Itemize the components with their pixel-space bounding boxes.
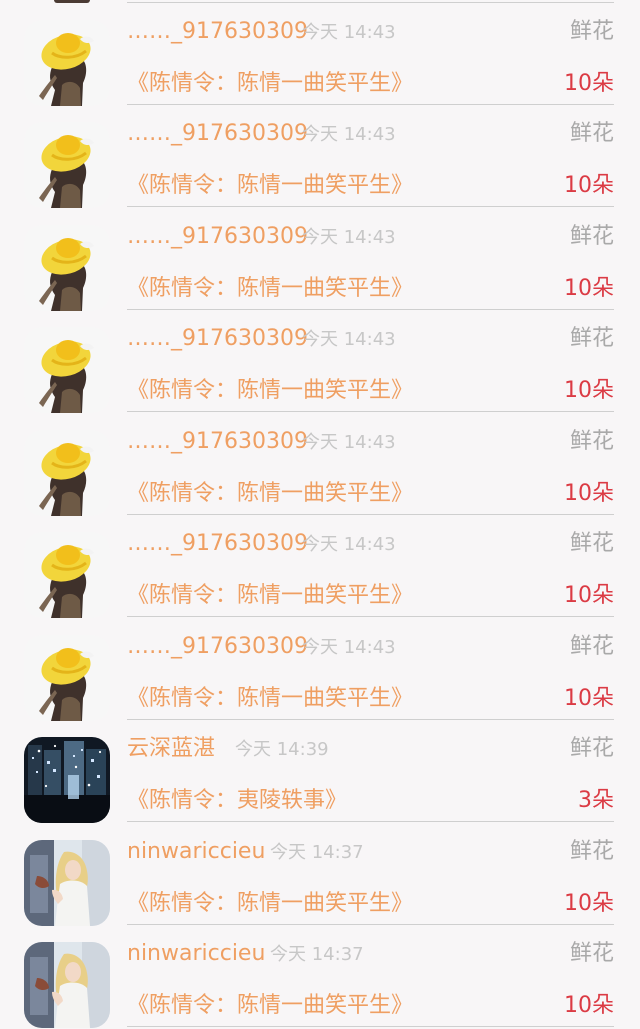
timestamp: 今天 14:43	[302, 329, 396, 350]
work-title[interactable]: 《陈情令：陈情一曲笑平生》	[127, 480, 413, 508]
work-title[interactable]: 《陈情令：陈情一曲笑平生》	[127, 582, 413, 610]
gift-type: 鲜花	[569, 531, 614, 556]
user-name[interactable]: ninwariccieu	[127, 838, 265, 866]
gift-record-row[interactable]: ninwariccieu 今天 14:37 鲜花《陈情令：陈情一曲笑平生》 10朵	[0, 922, 640, 1028]
work-title[interactable]: 《陈情令：陈情一曲笑平生》	[127, 172, 413, 200]
gift-amount: 10朵	[564, 71, 614, 96]
user-name[interactable]: ……_917630309	[127, 325, 308, 353]
work-title[interactable]: 《陈情令：陈情一曲笑平生》	[127, 70, 413, 98]
gift-type: 鲜花	[569, 634, 614, 659]
hat-girl-avatar[interactable]	[24, 635, 110, 721]
gift-amount: 10朵	[564, 276, 614, 301]
user-name[interactable]: ……_917630309	[127, 530, 308, 558]
gift-amount: 10朵	[564, 481, 614, 506]
timestamp: 今天 14:37	[270, 842, 364, 863]
gift-record-row[interactable]: ……_917630309 今天 14:43 鲜花《陈情令：陈情一曲笑平生》 10朵	[0, 410, 640, 516]
work-title[interactable]: 《陈情令：夷陵轶事》	[127, 787, 347, 815]
city-night-avatar[interactable]	[24, 737, 110, 823]
gift-record-row[interactable]: 云深蓝湛 今天 14:39 鲜花《陈情令：夷陵轶事》 3朵	[0, 717, 640, 823]
gift-type: 鲜花	[569, 736, 614, 761]
gift-record-row[interactable]: ……_917630309 今天 14:43 鲜花《陈情令：陈情一曲笑平生》 10朵	[0, 512, 640, 618]
user-name[interactable]: ……_917630309	[127, 223, 308, 251]
work-title[interactable]: 《陈情令：陈情一曲笑平生》	[127, 992, 413, 1020]
gift-record-row[interactable]: ……_917630309 今天 14:43 鲜花《陈情令：陈情一曲笑平生》 10朵	[0, 102, 640, 208]
timestamp: 今天 14:43	[302, 637, 396, 658]
gift-record-row[interactable]: ……_917630309 今天 14:43 鲜花《陈情令：陈情一曲笑平生》 10朵	[0, 0, 640, 106]
gift-record-row[interactable]: ……_917630309 今天 14:43 鲜花《陈情令：陈情一曲笑平生》 10朵	[0, 615, 640, 721]
work-title[interactable]: 《陈情令：陈情一曲笑平生》	[127, 890, 413, 918]
gift-amount: 10朵	[564, 686, 614, 711]
timestamp: 今天 14:43	[302, 432, 396, 453]
hat-girl-avatar[interactable]	[24, 122, 110, 208]
gift-record-list: ……_917630309 今天 14:43 鲜花 《陈情令：陈情一曲笑平生》 10朵 ……	[0, 0, 640, 1029]
hat-girl-avatar[interactable]	[24, 532, 110, 618]
user-name[interactable]: 云深蓝湛	[127, 735, 215, 763]
timestamp: 今天 14:37	[270, 944, 364, 965]
hat-girl-avatar[interactable]	[24, 20, 110, 106]
hat-girl-avatar[interactable]	[24, 430, 110, 516]
user-name[interactable]: ninwariccieu	[127, 940, 265, 968]
hat-girl-avatar[interactable]	[24, 225, 110, 311]
gift-type: 鲜花	[569, 326, 614, 351]
gift-type: 鲜花	[569, 941, 614, 966]
gift-amount: 10朵	[564, 173, 614, 198]
gift-amount: 10朵	[564, 993, 614, 1018]
user-name[interactable]: ……_917630309	[127, 428, 308, 456]
timestamp: 今天 14:43	[302, 227, 396, 248]
timestamp: 今天 14:39	[235, 739, 329, 760]
gift-amount: 10朵	[564, 583, 614, 608]
gift-type: 鲜花	[569, 19, 614, 44]
gift-record-row[interactable]: ninwariccieu 今天 14:37 鲜花《陈情令：陈情一曲笑平生》 10朵	[0, 820, 640, 926]
gift-record-row[interactable]: ……_917630309 今天 14:43 鲜花《陈情令：陈情一曲笑平生》 10朵	[0, 307, 640, 413]
hat-girl-avatar[interactable]	[24, 327, 110, 413]
user-name[interactable]: ……_917630309	[127, 633, 308, 661]
gift-amount: 10朵	[564, 891, 614, 916]
user-name[interactable]: ……_917630309	[127, 18, 308, 46]
gift-type: 鲜花	[569, 839, 614, 864]
blonde-woman-avatar[interactable]	[24, 840, 110, 926]
blonde-woman-avatar[interactable]	[24, 942, 110, 1028]
timestamp: 今天 14:43	[302, 22, 396, 43]
gift-type: 鲜花	[569, 429, 614, 454]
work-title[interactable]: 《陈情令：陈情一曲笑平生》	[127, 685, 413, 713]
gift-type: 鲜花	[569, 121, 614, 146]
work-title[interactable]: 《陈情令：陈情一曲笑平生》	[127, 275, 413, 303]
timestamp: 今天 14:43	[302, 124, 396, 145]
row-divider	[127, 1026, 614, 1027]
gift-record-row[interactable]: ……_917630309 今天 14:43 鲜花《陈情令：陈情一曲笑平生》 10朵	[0, 205, 640, 311]
gift-amount: 10朵	[564, 378, 614, 403]
gift-amount: 3朵	[578, 788, 614, 813]
work-title[interactable]: 《陈情令：陈情一曲笑平生》	[127, 377, 413, 405]
gift-type: 鲜花	[569, 224, 614, 249]
timestamp: 今天 14:43	[302, 534, 396, 555]
user-name[interactable]: ……_917630309	[127, 120, 308, 148]
